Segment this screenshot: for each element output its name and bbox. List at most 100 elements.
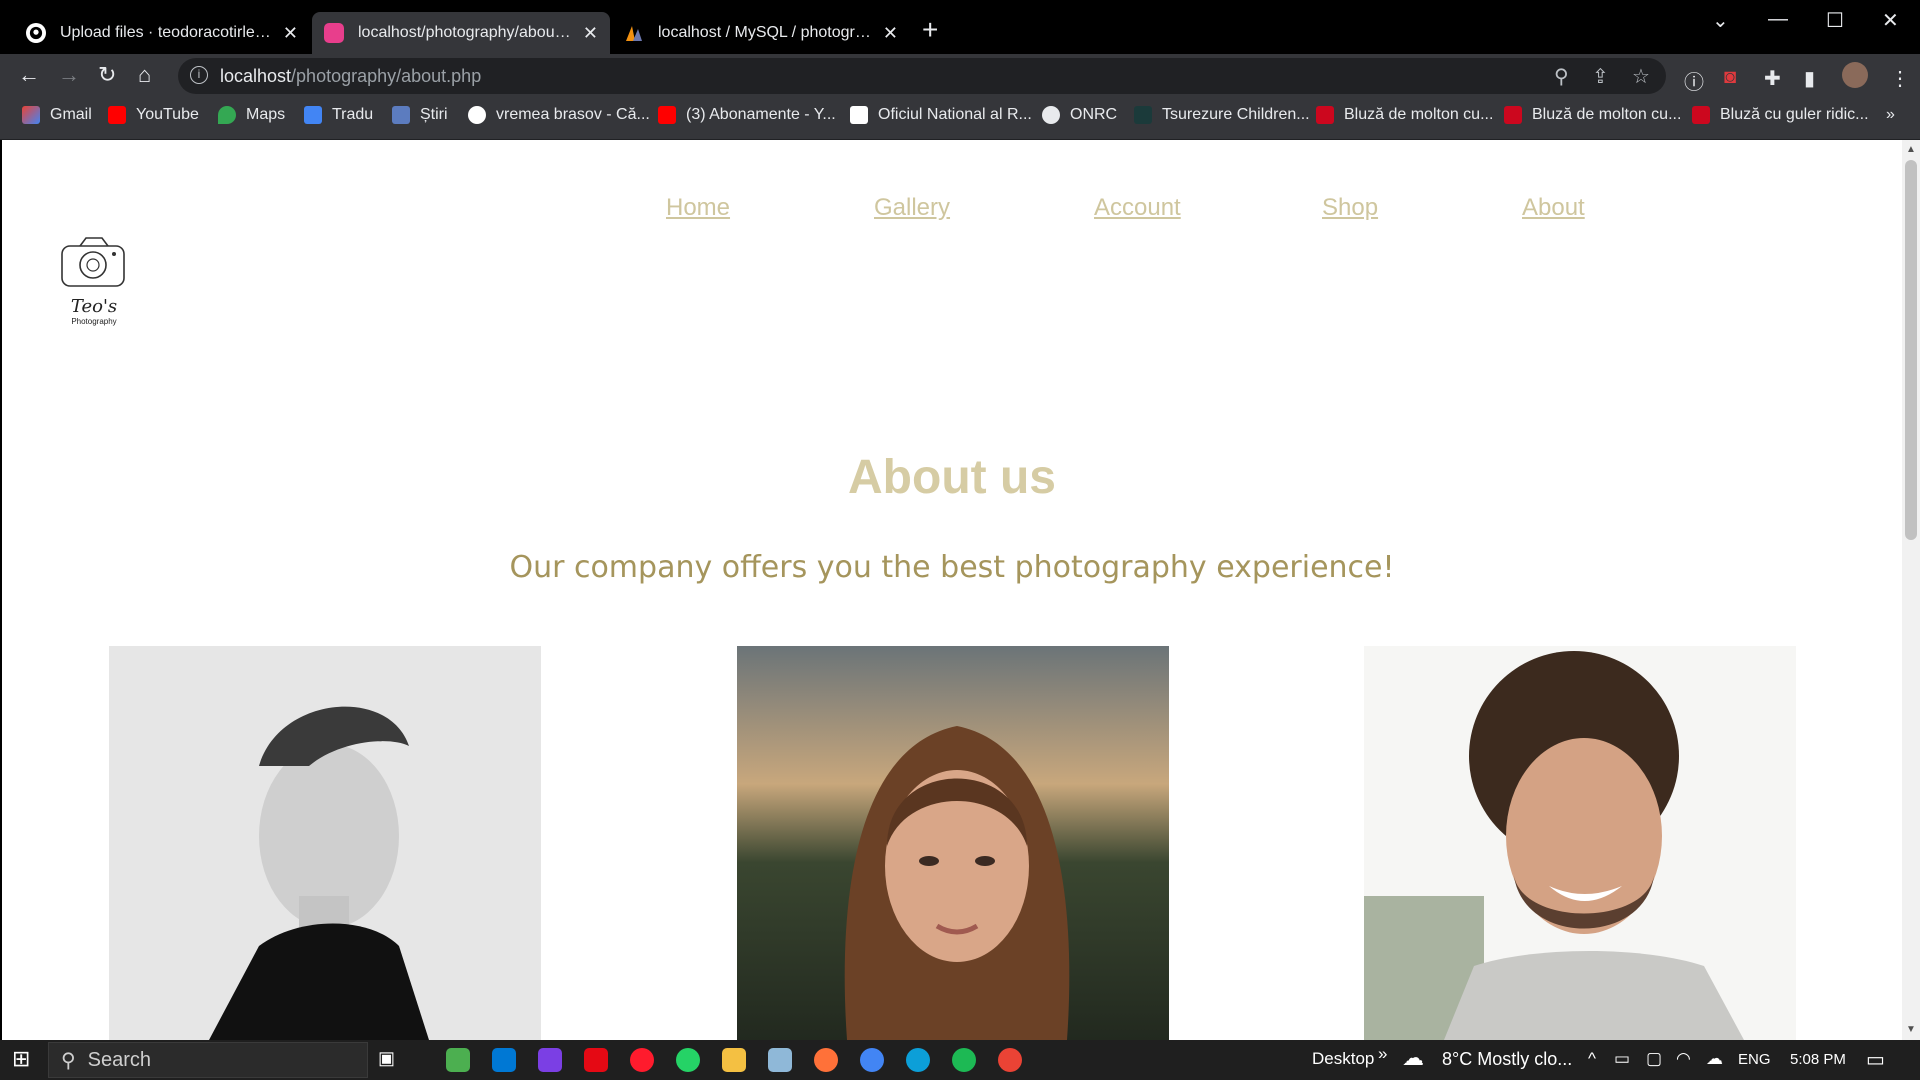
bookmark-hm-3[interactable]: Bluză cu guler ridic... xyxy=(1692,106,1869,124)
camera-icon xyxy=(61,237,125,287)
youtube-icon xyxy=(658,106,676,124)
bookmark-onrc[interactable]: ONRC xyxy=(1042,106,1117,124)
share-icon[interactable]: ⇪ xyxy=(1592,64,1609,89)
bookmark-star-icon[interactable]: ☆ xyxy=(1632,64,1650,89)
onedrive-icon[interactable]: ☁ xyxy=(1706,1049,1723,1069)
bookmark-oficiul[interactable]: Oficiul National al R... xyxy=(850,106,1032,124)
task-view-icon[interactable]: ▣ xyxy=(378,1048,395,1069)
bookmark-stiri[interactable]: Știri xyxy=(392,106,448,124)
toolbar-chevron[interactable]: » xyxy=(1378,1044,1387,1064)
mail-app-icon[interactable] xyxy=(492,1048,516,1072)
tab-title: Upload files · teodoracotirlet/wel xyxy=(60,24,273,41)
spotify-icon[interactable] xyxy=(952,1048,976,1072)
tray-expand-icon[interactable]: ^ xyxy=(1588,1049,1596,1069)
side-panel-icon[interactable]: ▮ xyxy=(1804,66,1815,91)
scrollbar-thumb[interactable] xyxy=(1905,160,1917,540)
logo-tagline: Photography xyxy=(71,317,117,326)
zoom-icon[interactable]: ⚲ xyxy=(1554,64,1569,89)
tab-github[interactable]: Upload files · teodoracotirlet/wel ✕ xyxy=(14,12,310,54)
google-icon xyxy=(468,106,486,124)
whatsapp-icon[interactable] xyxy=(676,1048,700,1072)
new-tab-button[interactable]: + xyxy=(922,14,938,46)
bookmark-maps[interactable]: Maps xyxy=(218,106,285,124)
tab-strip: Upload files · teodoracotirlet/wel ✕ loc… xyxy=(0,0,1920,54)
browser-toolbar: ← → ↻ ⌂ i localhost/photography/about.ph… xyxy=(0,54,1920,98)
site-logo[interactable]: Teo's Photography xyxy=(58,232,130,326)
notifications-icon[interactable]: ▭ xyxy=(1866,1047,1885,1072)
bookmarks-bar: Gmail YouTube Maps Tradu Știri vremea br… xyxy=(0,98,1920,140)
avatar[interactable] xyxy=(1842,62,1868,94)
address-bar[interactable]: i localhost/photography/about.php ⚲ ⇪ ☆ xyxy=(178,58,1666,94)
app-notes-icon[interactable] xyxy=(768,1048,792,1072)
webpage: Home Gallery Account Shop About Teo's Ph… xyxy=(2,140,1902,1040)
hm-icon xyxy=(1316,106,1334,124)
forward-button[interactable]: → xyxy=(58,62,80,88)
page-title: About us xyxy=(848,451,1056,504)
pocket-icon[interactable]: ◙ xyxy=(1724,66,1736,89)
bookmark-hm-2[interactable]: Bluză de molton cu... xyxy=(1504,106,1681,124)
edge-icon[interactable] xyxy=(906,1048,930,1072)
opera-icon[interactable] xyxy=(630,1048,654,1072)
maximize-button[interactable]: ☐ xyxy=(1826,8,1844,33)
close-window-button[interactable]: ✕ xyxy=(1882,8,1899,33)
page-favicon-icon xyxy=(324,23,344,43)
close-icon[interactable]: ✕ xyxy=(283,23,298,44)
chrome-active-icon[interactable] xyxy=(998,1048,1022,1072)
youtube-icon xyxy=(108,106,126,124)
nav-shop[interactable]: Shop xyxy=(1322,194,1378,222)
reload-button[interactable]: ↻ xyxy=(98,62,116,88)
search-icon: ⚲ xyxy=(61,1049,76,1072)
bookmark-gmail[interactable]: Gmail xyxy=(22,106,92,124)
taskbar-search[interactable]: ⚲ Search xyxy=(48,1042,368,1078)
bookmark-weather[interactable]: vremea brasov - Că... xyxy=(468,106,650,124)
file-explorer-icon[interactable] xyxy=(722,1048,746,1072)
close-icon[interactable]: ✕ xyxy=(583,23,598,44)
bookmark-tsurezure[interactable]: Tsurezure Children... xyxy=(1134,106,1310,124)
tab-about[interactable]: localhost/photography/about.php ✕ xyxy=(312,12,610,54)
logo-name: Teo's xyxy=(70,296,118,317)
gmail-icon xyxy=(22,106,40,124)
firefox-icon[interactable] xyxy=(814,1048,838,1072)
windows-start-icon[interactable]: ⊞ xyxy=(12,1046,30,1072)
menu-icon[interactable]: ⋮ xyxy=(1890,66,1910,91)
wifi-icon[interactable]: ◠ xyxy=(1676,1049,1691,1069)
nav-about[interactable]: About xyxy=(1522,194,1585,222)
news-icon xyxy=(392,106,410,124)
app-m-icon[interactable] xyxy=(538,1048,562,1072)
home-button[interactable]: ⌂ xyxy=(138,62,151,88)
page-scrollbar[interactable]: ▲ ▼ xyxy=(1902,140,1920,1040)
nav-account[interactable]: Account xyxy=(1094,194,1181,222)
weather-widget[interactable]: 8°C Mostly clo... xyxy=(1442,1049,1572,1070)
bookmark-youtube-subscriptions[interactable]: (3) Abonamente - Y... xyxy=(658,106,836,124)
minimize-button[interactable]: — xyxy=(1768,8,1788,31)
clock[interactable]: 5:08 PM xyxy=(1790,1051,1846,1068)
close-icon[interactable]: ✕ xyxy=(883,23,898,44)
url-text[interactable]: localhost/photography/about.php xyxy=(220,66,481,87)
chrome-icon[interactable] xyxy=(860,1048,884,1072)
page-subtitle: Our company offers you the best photogra… xyxy=(509,550,1395,585)
scroll-down-icon[interactable]: ▼ xyxy=(1906,1024,1916,1035)
anime-icon xyxy=(1134,106,1152,124)
github-icon xyxy=(26,23,46,43)
desktop-toolbar-label[interactable]: Desktop xyxy=(1312,1049,1374,1069)
bookmark-tradu[interactable]: Tradu xyxy=(304,106,373,124)
tab-phpmyadmin[interactable]: localhost / MySQL / photography ✕ xyxy=(612,12,910,54)
netflix-icon[interactable] xyxy=(584,1048,608,1072)
scroll-up-icon[interactable]: ▲ xyxy=(1906,144,1916,155)
battery-icon[interactable]: ▭ xyxy=(1614,1049,1630,1069)
meet-icon[interactable]: ▢ xyxy=(1646,1049,1662,1069)
node-app-icon[interactable] xyxy=(446,1048,470,1072)
extension-icon[interactable]: ⓘ xyxy=(1684,66,1704,95)
more-bookmarks-button[interactable]: » xyxy=(1886,106,1895,124)
nav-home[interactable]: Home xyxy=(666,194,730,222)
site-info-icon[interactable]: i xyxy=(190,66,208,84)
back-button[interactable]: ← xyxy=(18,62,40,88)
language-indicator[interactable]: ENG xyxy=(1738,1051,1771,1068)
nav-gallery[interactable]: Gallery xyxy=(874,194,950,222)
extensions-puzzle-icon[interactable]: ✚ xyxy=(1764,66,1781,91)
bookmark-hm-1[interactable]: Bluză de molton cu... xyxy=(1316,106,1493,124)
phpmyadmin-icon xyxy=(624,23,644,43)
bookmark-youtube[interactable]: YouTube xyxy=(108,106,199,124)
tab-search-icon[interactable]: ⌄ xyxy=(1712,8,1729,33)
hm-icon xyxy=(1504,106,1522,124)
